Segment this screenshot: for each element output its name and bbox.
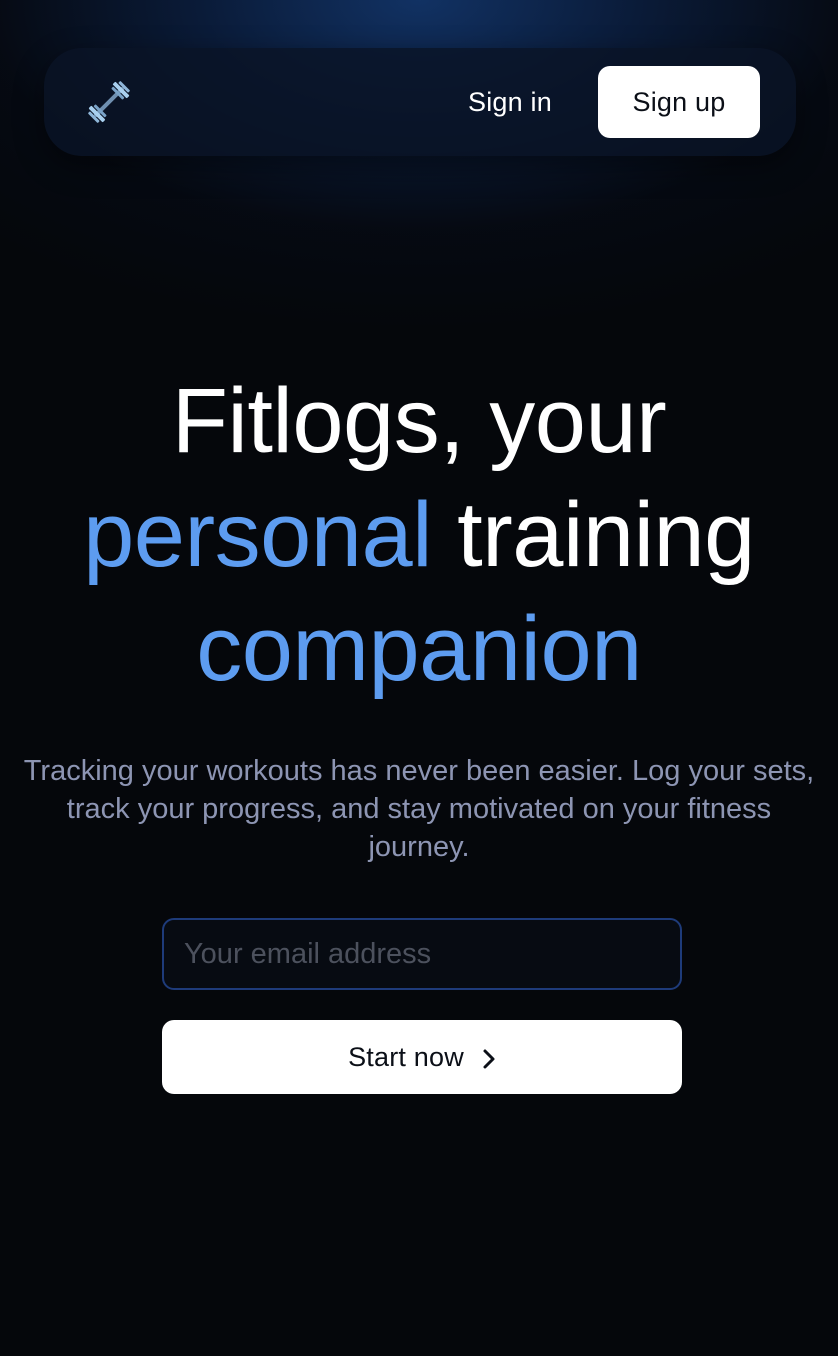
hero-subtitle: Tracking your workouts has never been ea… — [23, 755, 815, 863]
dumbbell-icon[interactable] — [84, 80, 134, 124]
start-now-label: Start now — [348, 1041, 464, 1072]
top-navbar: Sign in Sign up — [44, 48, 796, 156]
chevron-right-icon — [482, 1046, 496, 1069]
start-now-button[interactable]: Start now — [162, 1020, 682, 1094]
hero-headline: Fitlogs, your personal training companio… — [0, 364, 838, 706]
headline-line-1: Fitlogs, your — [171, 370, 667, 472]
landing-page: Sign in Sign up Fitlogs, your personal t… — [0, 0, 838, 1356]
email-input[interactable] — [162, 918, 682, 990]
headline-accent-personal: personal — [83, 484, 433, 586]
headline-word-training: training — [457, 484, 755, 586]
headline-accent-companion: companion — [196, 598, 642, 700]
sign-up-button[interactable]: Sign up — [598, 66, 760, 138]
sign-in-link[interactable]: Sign in — [468, 84, 552, 120]
